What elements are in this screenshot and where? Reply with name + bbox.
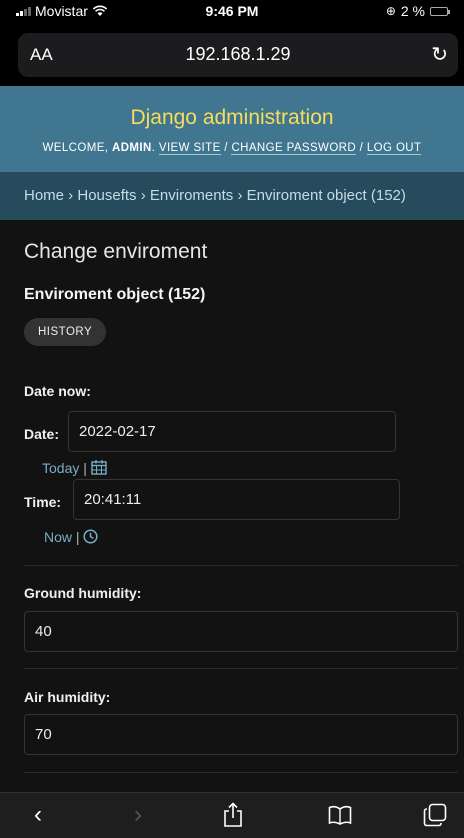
username: ADMIN	[111, 142, 152, 154]
page-title: Change enviroment	[24, 240, 208, 263]
browser-toolbar: ‹ ›	[0, 792, 464, 838]
ground-humidity-label: Ground humidity:	[24, 585, 142, 601]
address-bar: AA 192.168.1.29 ↻	[0, 24, 464, 86]
url-field[interactable]: AA 192.168.1.29 ↻	[18, 33, 458, 77]
time-input[interactable]: 20:41:11	[73, 479, 400, 520]
log-out-link[interactable]: LOG OUT	[366, 142, 422, 155]
history-button[interactable]: HISTORY	[24, 318, 107, 346]
field-divider	[24, 565, 458, 566]
date-label: Date:	[24, 426, 60, 442]
back-icon[interactable]: ‹	[34, 803, 42, 827]
breadcrumb-home[interactable]: Home	[24, 187, 64, 204]
date-shortcuts: Today |	[42, 460, 107, 476]
status-bar: Movistar 9:46 PM ⊕ 2 %	[0, 0, 464, 24]
view-site-link[interactable]: VIEW SITE	[158, 142, 221, 155]
field-divider	[24, 772, 458, 773]
date-now-label: Date now:	[24, 383, 91, 399]
site-header: Django administration WELCOME, ADMIN. VI…	[0, 86, 464, 172]
breadcrumb: Home › Housefts › Enviroments › Envirome…	[0, 172, 464, 220]
battery-percent: 2 %	[400, 3, 425, 19]
content: Change enviroment Enviroment object (152…	[0, 220, 464, 346]
today-link[interactable]: Today	[42, 460, 79, 476]
battery-icon	[430, 6, 450, 16]
now-link[interactable]: Now	[44, 529, 72, 545]
calendar-icon[interactable]	[91, 460, 107, 475]
air-humidity-input[interactable]: 70	[24, 714, 458, 755]
reload-icon[interactable]: ↻	[431, 42, 448, 67]
object-title: Enviroment object (152)	[24, 286, 206, 303]
site-name[interactable]: Django administration	[0, 86, 464, 130]
breadcrumb-object: Enviroment object (152)	[246, 187, 406, 204]
time-label: Time:	[24, 494, 62, 510]
share-icon[interactable]	[222, 802, 244, 828]
rotation-lock-icon: ⊕	[385, 4, 396, 18]
battery: ⊕ 2 %	[385, 3, 450, 19]
field-divider	[24, 668, 458, 669]
change-password-link[interactable]: CHANGE PASSWORD	[231, 142, 357, 155]
url-text[interactable]: 192.168.1.29	[18, 44, 458, 65]
welcome-text: WELCOME,	[42, 142, 109, 154]
user-tools: WELCOME, ADMIN. VIEW SITE / CHANGE PASSW…	[42, 142, 422, 155]
time-shortcuts: Now |	[44, 529, 98, 545]
date-input[interactable]: 2022-02-17	[68, 411, 396, 452]
clock-icon[interactable]	[83, 529, 98, 544]
ground-humidity-input[interactable]: 40	[24, 611, 458, 652]
tabs-icon[interactable]	[423, 803, 447, 827]
breadcrumb-app[interactable]: Housefts	[77, 187, 136, 204]
forward-icon: ›	[134, 801, 142, 828]
breadcrumb-model[interactable]: Enviroments	[150, 187, 233, 204]
air-humidity-label: Air humidity:	[24, 689, 111, 705]
bookmarks-icon[interactable]	[328, 805, 352, 825]
